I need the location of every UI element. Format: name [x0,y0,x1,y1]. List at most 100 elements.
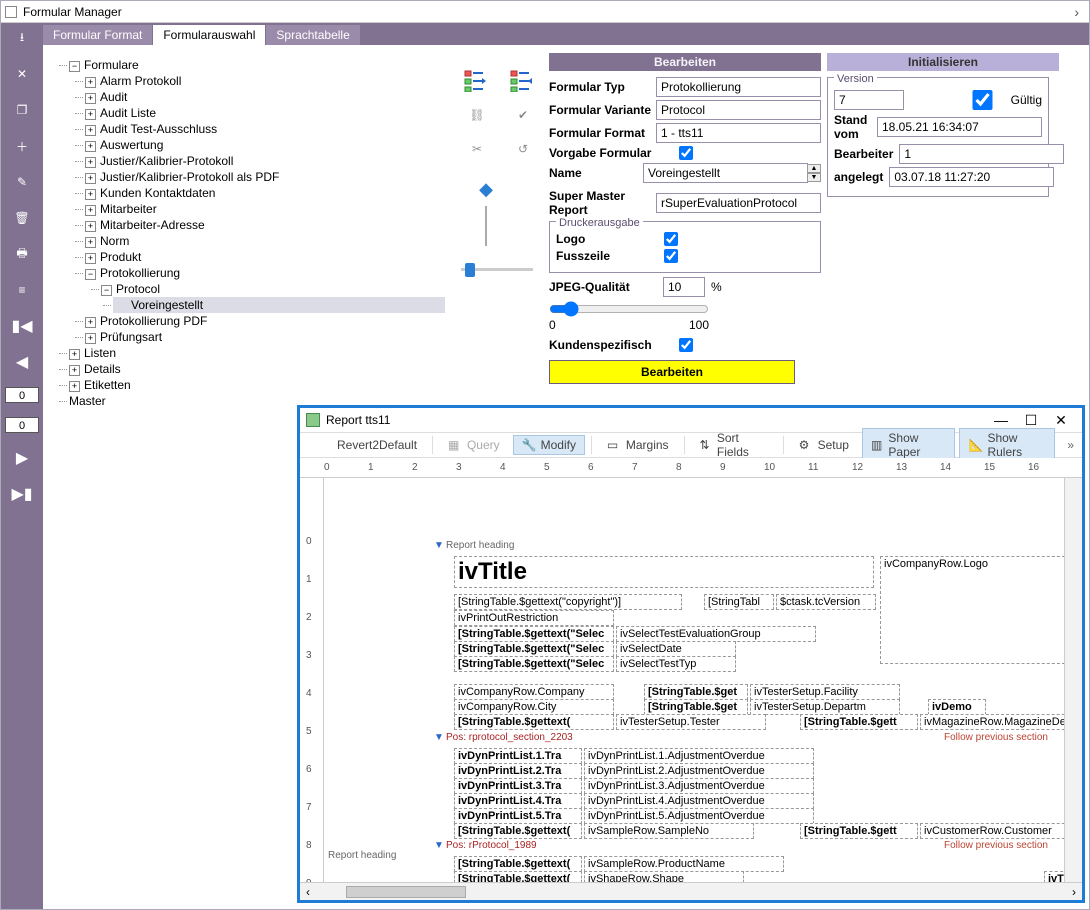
section-arrow-icon[interactable]: ▼ [434,732,444,743]
counter-1[interactable]: 0 [5,387,39,403]
tree-expand-icon[interactable]: + [85,189,96,200]
tree-expand-icon[interactable]: + [85,173,96,184]
input-bearb[interactable] [899,144,1064,164]
field-tester[interactable]: ivTesterSetup.Tester [616,714,766,730]
tree-item[interactable]: Auswertung [100,138,163,152]
tree-expand-icon[interactable]: + [85,77,96,88]
hierarchy-expand-icon[interactable] [507,67,539,95]
report-canvas[interactable]: Report heading ▼ Report heading ivTitle … [324,478,1064,882]
tree-item[interactable]: Audit Liste [100,106,156,120]
tab-formular-format[interactable]: Formular Format [43,25,153,45]
close-button[interactable]: ✕ [1046,410,1076,430]
field-stringtabl[interactable]: [StringTabl [704,594,774,610]
edit-button[interactable]: Bearbeiten [549,360,795,384]
field-prod[interactable]: ivSampleRow.ProductName [584,856,784,872]
checkbox-gueltig[interactable] [960,90,1004,110]
close-icon[interactable]: ✕ [10,63,34,85]
tree-item-protokollierung[interactable]: Protokollierung [100,266,180,280]
input-version-num[interactable] [834,90,904,110]
header-bearbeiten[interactable]: Bearbeiten [549,53,821,71]
field-dyn4t[interactable]: ivDynPrintList.4.Tra [454,793,582,809]
field-seldate[interactable]: ivSelectDate [616,641,736,657]
tab-formularauswahl[interactable]: Formularauswahl [153,25,266,45]
field-printout[interactable]: ivPrintOutRestriction [454,610,614,626]
input-ang[interactable] [889,167,1054,187]
field-sgett[interactable]: [StringTable.$gett [800,714,918,730]
print-icon[interactable]: 🖶 [10,243,34,265]
titlebar-chevron-icon[interactable]: › [1068,4,1085,20]
field-selgrp[interactable]: ivSelectTestEvaluationGroup [616,626,816,642]
input-fmt[interactable] [656,123,821,143]
tree-expand-icon[interactable]: + [85,333,96,344]
tree-item[interactable]: Justier/Kalibrier-Protokoll [100,154,233,168]
field-dyn1a[interactable]: ivDynPrintList.1.AdjustmentOverdue [584,748,814,764]
spin-down-icon[interactable]: ▼ [807,173,821,182]
showpaper-button[interactable]: ▥Show Paper [862,428,955,462]
stack-icon[interactable]: ❐ [10,99,34,121]
tree-item-voreingestellt[interactable]: Voreingestellt [131,298,203,312]
tree-expand-icon[interactable]: + [85,141,96,152]
tree-expand-icon[interactable]: + [85,157,96,168]
tree-item[interactable]: Prüfungsart [100,330,162,344]
field-fac[interactable]: ivTesterSetup.Facility [750,684,900,700]
field-sget1[interactable]: [StringTable.$get [644,684,748,700]
minimize-button[interactable]: — [986,410,1016,430]
checkbox-vorgabe[interactable] [679,146,693,160]
field-sget2[interactable]: [StringTable.$get [644,699,748,715]
setup-button[interactable]: ⚙Setup [790,435,858,455]
prev-icon[interactable]: ◀ [10,351,34,373]
scrollbar-thumb[interactable] [346,886,466,898]
field-selec2[interactable]: [StringTable.$gettext("Selec [454,641,614,657]
vertical-slider[interactable]: ◆ [461,179,511,246]
tree-item[interactable]: Audit [100,90,127,104]
margins-button[interactable]: ▭Margins [598,435,678,455]
scroll-left-icon[interactable]: ‹ [300,885,316,899]
checkbox-kund[interactable] [679,338,693,352]
spin-up-icon[interactable]: ▲ [807,164,821,173]
scroll-right-icon[interactable]: › [1066,885,1082,899]
counter-2[interactable]: 0 [5,417,39,433]
field-mag[interactable]: ivMagazineRow.MagazineDe [920,714,1064,730]
tree-expand-icon[interactable]: + [85,253,96,264]
field-dyn1t[interactable]: ivDynPrintList.1.Tra [454,748,582,764]
field-ivtitle[interactable]: ivTitle [454,556,874,588]
skip-fwd-icon[interactable]: ▶▮ [10,483,34,505]
tree-expand-icon[interactable]: + [85,93,96,104]
tree-expand-icon[interactable]: + [85,237,96,248]
jpeg-slider[interactable] [549,301,709,317]
tree-expand-icon[interactable]: + [85,205,96,216]
maximize-button[interactable]: ☐ [1016,410,1046,430]
revert-button[interactable]: Revert2Default [328,435,426,455]
tab-sprachtabelle[interactable]: Sprachtabelle [266,25,360,45]
download-icon[interactable]: ⭳ [10,27,34,49]
horizontal-slider[interactable] [461,268,549,271]
tree-item[interactable]: Justier/Kalibrier-Protokoll als PDF [100,170,279,184]
trash-icon[interactable]: 🗑 [10,207,34,229]
tree-expand-icon[interactable]: + [85,221,96,232]
showrulers-button[interactable]: 📐Show Rulers [959,428,1055,462]
tree-item[interactable]: Kunden Kontaktdaten [100,186,215,200]
field-sgett2[interactable]: [StringTable.$gett [800,823,918,839]
input-jpeg[interactable] [663,277,705,297]
field-city[interactable]: ivCompanyRow.City [454,699,614,715]
field-demo[interactable]: ivDemo [928,699,986,715]
field-logo[interactable]: ivCompanyRow.Logo [880,556,1064,664]
tree-collapse-icon[interactable]: − [85,269,96,280]
field-sgettext3[interactable]: [StringTable.$gettext( [454,856,582,872]
field-sgettext2[interactable]: [StringTable.$gettext( [454,823,582,839]
input-var[interactable] [656,100,821,120]
section-arrow-icon[interactable]: ▼ [434,840,444,851]
field-selec1[interactable]: [StringTable.$gettext("Selec [454,626,614,642]
input-typ[interactable] [656,77,821,97]
field-seltyp[interactable]: ivSelectTestTyp [616,656,736,672]
sort-button[interactable]: ⇅Sort Fields [690,428,776,462]
horizontal-scrollbar[interactable]: ‹ › [300,882,1082,900]
tree-item[interactable]: Etiketten [84,378,131,392]
field-dyn5a[interactable]: ivDynPrintList.5.AdjustmentOverdue [584,808,814,824]
field-dyn2a[interactable]: ivDynPrintList.2.AdjustmentOverdue [584,763,814,779]
modify-button[interactable]: 🔧Modify [513,435,585,455]
field-sgettext4[interactable]: [StringTable.$gettext( [454,871,582,882]
tree-item[interactable]: Alarm Protokoll [100,74,181,88]
input-smr[interactable] [656,193,821,213]
tree-item-protocol[interactable]: Protocol [116,282,160,296]
